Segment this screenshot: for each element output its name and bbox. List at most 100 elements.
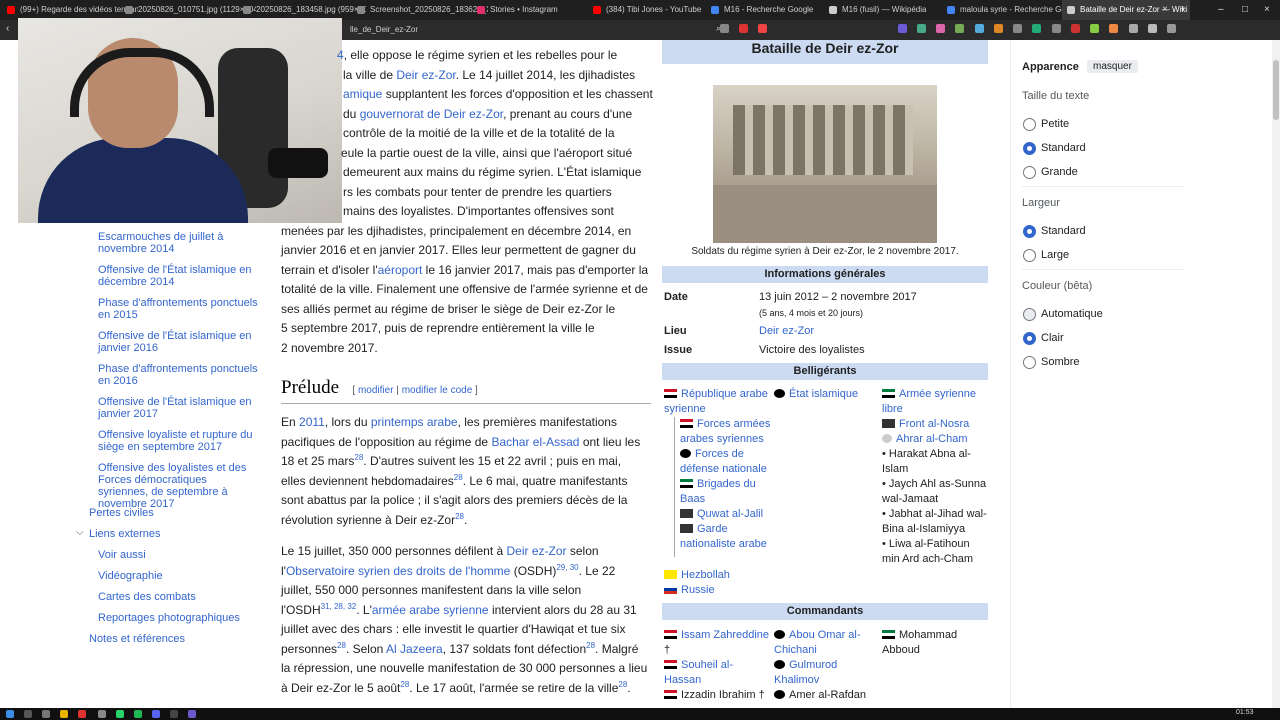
browser-tab[interactable]: (384) Tibi Jones - YouTube bbox=[588, 0, 724, 20]
reference-link[interactable]: 31, 28, 32 bbox=[321, 602, 357, 611]
link-republique-arabe-syrienne[interactable]: République arabe syrienne bbox=[664, 388, 768, 415]
chevron-down-icon[interactable]: ⌵ bbox=[76, 527, 84, 538]
reference-link[interactable]: 28 bbox=[337, 641, 346, 650]
link-etat-islamique[interactable]: État islamique bbox=[789, 388, 858, 400]
extension-icon[interactable] bbox=[1090, 24, 1100, 33]
reference-link[interactable]: 28 bbox=[400, 680, 409, 689]
app-icon[interactable] bbox=[98, 710, 106, 718]
toc-item[interactable]: Offensive de l'État islamique en janvier… bbox=[98, 396, 258, 420]
toc-item[interactable]: Phase d'affrontements ponctuels en 2016 bbox=[98, 363, 258, 387]
toc-item[interactable]: Voir aussi bbox=[98, 549, 146, 561]
radio-button[interactable] bbox=[1023, 356, 1036, 369]
opera-icon[interactable] bbox=[78, 710, 86, 718]
toc-item[interactable]: Pertes civiles bbox=[89, 507, 154, 519]
extension-icon[interactable] bbox=[739, 24, 749, 33]
extension-icon[interactable] bbox=[1013, 24, 1023, 33]
toc-item[interactable]: Offensive loyaliste et rupture du siège … bbox=[98, 429, 258, 453]
link-armee-arabe-syrienne[interactable]: armée arabe syrienne bbox=[372, 603, 489, 617]
search-icon[interactable] bbox=[24, 710, 32, 718]
link-gouvernorat[interactable]: gouvernorat de Deir ez-Zor bbox=[360, 107, 503, 121]
task-view-icon[interactable] bbox=[42, 710, 50, 718]
radio-button-selected[interactable] bbox=[1023, 332, 1036, 345]
link-armee-syrienne-libre[interactable]: Armée syrienne libre bbox=[882, 388, 976, 415]
link-osdh[interactable]: Observatoire syrien des droits de l'homm… bbox=[286, 564, 510, 578]
link-fdn[interactable]: Forces de défense nationale bbox=[680, 448, 767, 475]
browser-tab[interactable]: 20250826_010751.jpg (1129×2048) bbox=[120, 0, 256, 20]
toc-item[interactable]: Offensive de l'État islamique en décembr… bbox=[98, 264, 258, 288]
link-quwat-al-jalil[interactable]: Quwat al-Jalil bbox=[697, 508, 763, 520]
radio-button[interactable] bbox=[1023, 308, 1036, 321]
browser-tab[interactable]: Screenshot_20250826_183622_X.jpg bbox=[352, 0, 488, 20]
app-icon[interactable] bbox=[188, 710, 196, 718]
link[interactable]: 4 bbox=[337, 48, 344, 62]
extension-icon[interactable] bbox=[1032, 24, 1042, 33]
extension-icon[interactable] bbox=[1051, 24, 1061, 33]
link-al-jazeera[interactable]: Al Jazeera bbox=[386, 642, 443, 656]
scrollbar-thumb[interactable] bbox=[1273, 60, 1279, 120]
back-icon[interactable]: ‹ bbox=[6, 23, 9, 34]
discord-icon[interactable] bbox=[152, 710, 160, 718]
extension-icon[interactable] bbox=[974, 24, 984, 33]
windows-start-icon[interactable] bbox=[6, 710, 14, 718]
spotify-icon[interactable] bbox=[134, 710, 142, 718]
close-tab-icon[interactable]: × bbox=[1162, 0, 1168, 20]
toc-item[interactable]: Phase d'affrontements ponctuels en 2015 bbox=[98, 297, 258, 321]
radio-button[interactable] bbox=[1023, 249, 1036, 262]
scrollbar[interactable] bbox=[1272, 40, 1280, 708]
new-tab-button[interactable]: + bbox=[1180, 0, 1186, 20]
link-commander[interactable]: Abou Omar al-Chichani bbox=[774, 629, 861, 656]
edit-link[interactable]: modifier bbox=[358, 385, 394, 396]
link-deir-ez-zor[interactable]: Deir ez-Zor bbox=[396, 68, 455, 82]
obs-icon[interactable] bbox=[170, 710, 178, 718]
extension-icon[interactable] bbox=[955, 24, 965, 33]
reference-link[interactable]: 28 bbox=[354, 453, 363, 462]
toc-item[interactable]: Liens externes bbox=[89, 528, 161, 540]
extension-icon[interactable] bbox=[897, 24, 907, 33]
battle-photo[interactable] bbox=[713, 85, 937, 243]
edit-code-link[interactable]: modifier le code bbox=[402, 385, 473, 396]
toc-item[interactable]: Offensive des loyalistes et des Forces d… bbox=[98, 462, 258, 510]
browser-tab[interactable]: 20250826_183458.jpg (959×1063) bbox=[238, 0, 366, 20]
browser-tab[interactable]: (99+) Regarde des vidéos tendanc bbox=[2, 0, 138, 20]
link-garde-nationaliste[interactable]: Garde nationaliste arabe bbox=[680, 523, 767, 550]
url-field[interactable]: lle_de_Deir_ez-Zor bbox=[350, 24, 702, 36]
link-aeroport[interactable]: aéroport bbox=[378, 263, 423, 277]
radio-button[interactable] bbox=[1023, 118, 1036, 131]
whatsapp-icon[interactable] bbox=[116, 710, 124, 718]
toc-item[interactable]: Offensive de l'État islamique en janvier… bbox=[98, 330, 258, 354]
browser-tab[interactable]: maloula syrie - Recherche Google bbox=[942, 0, 1078, 20]
extension-icon[interactable] bbox=[1147, 24, 1157, 33]
radio-button[interactable] bbox=[1023, 166, 1036, 179]
toc-item[interactable]: Vidéographie bbox=[98, 570, 163, 582]
reference-link[interactable]: 28 bbox=[618, 680, 627, 689]
link-hezbollah[interactable]: Hezbollah bbox=[681, 569, 730, 581]
menu-icon[interactable] bbox=[1166, 24, 1176, 33]
link-deir-ez-zor[interactable]: Deir ez-Zor bbox=[507, 544, 567, 558]
link-commander[interactable]: Issam Zahreddine bbox=[681, 629, 769, 641]
browser-tab[interactable]: M16 (fusil) — Wikipédia bbox=[824, 0, 960, 20]
reference-link[interactable]: 28 bbox=[454, 473, 463, 482]
extension-icon[interactable] bbox=[1128, 24, 1138, 33]
link-etat-islamique[interactable]: amique bbox=[343, 87, 382, 101]
browser-tab[interactable]: M16 - Recherche Google bbox=[706, 0, 842, 20]
link-bachar-el-assad[interactable]: Bachar el-Assad bbox=[491, 435, 579, 449]
toc-item[interactable]: Cartes des combats bbox=[98, 591, 196, 603]
reference-link[interactable]: 28 bbox=[455, 512, 464, 521]
hide-button[interactable]: masquer bbox=[1087, 60, 1138, 73]
lieu-link[interactable]: Deir ez-Zor bbox=[759, 325, 814, 337]
extension-icon[interactable] bbox=[1109, 24, 1119, 33]
browser-tab-active[interactable]: Bataille de Deir ez-Zor — Wiki bbox=[1062, 0, 1190, 20]
share-icon[interactable] bbox=[720, 24, 729, 33]
link-front-al-nosra[interactable]: Front al-Nosra bbox=[899, 418, 969, 430]
link-forces-armees[interactable]: Forces armées arabes syriennes bbox=[680, 418, 770, 445]
minimize-icon[interactable]: – bbox=[1218, 0, 1224, 20]
reference-link[interactable]: 28 bbox=[586, 641, 595, 650]
extension-icon[interactable] bbox=[993, 24, 1003, 33]
toc-item[interactable]: Notes et références bbox=[89, 633, 185, 645]
toc-item[interactable]: Escarmouches de juillet à novembre 2014 bbox=[98, 231, 258, 255]
toc-item[interactable]: Reportages photographiques bbox=[98, 612, 240, 624]
extension-icon[interactable] bbox=[916, 24, 926, 33]
link-ahrar-al-cham[interactable]: Ahrar al-Cham bbox=[896, 433, 968, 445]
maximize-icon[interactable]: □ bbox=[1242, 0, 1248, 20]
browser-tab[interactable]: Stories • Instagram bbox=[472, 0, 602, 20]
